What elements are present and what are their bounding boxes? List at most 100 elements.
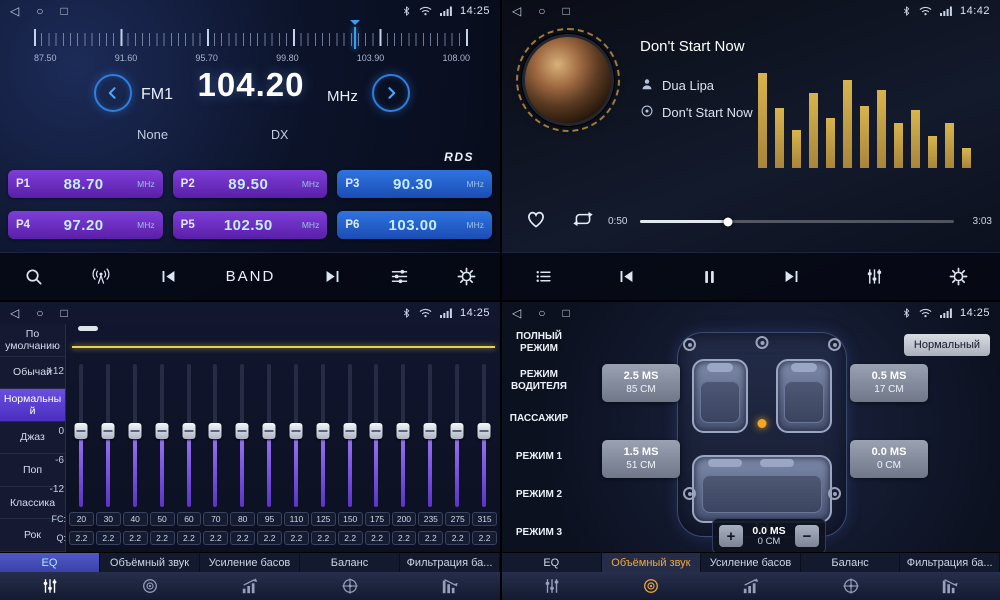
seat-front-right[interactable]	[776, 359, 832, 433]
sf-mode-4[interactable]: РЕЖИМ 2	[502, 476, 576, 514]
tab-surround[interactable]: Объёмный звук	[100, 553, 200, 572]
eq-band-slider-1[interactable]	[95, 364, 122, 507]
surround-tab-icon[interactable]	[100, 572, 200, 600]
home-button[interactable]: ○	[538, 5, 545, 17]
tune-down-button[interactable]	[94, 74, 132, 112]
eq-band-slider-5[interactable]	[202, 364, 229, 507]
eq-band-slider-10[interactable]	[336, 364, 363, 507]
back-button[interactable]: ◁	[512, 307, 521, 319]
previous-station-button[interactable]	[159, 268, 178, 285]
eq-band-knob[interactable]	[155, 423, 168, 439]
eq-band-slider-15[interactable]	[470, 364, 497, 507]
preset-P6[interactable]: P6 103.00 MHz	[337, 211, 492, 239]
eq-band-knob[interactable]	[343, 423, 356, 439]
eq-band-knob[interactable]	[289, 423, 302, 439]
delay-front-left[interactable]: 2.5 MS 85 CM	[602, 364, 680, 402]
eq-band-knob[interactable]	[209, 423, 222, 439]
balance-tab-icon[interactable]	[300, 572, 400, 600]
eq-band-slider-8[interactable]	[283, 364, 310, 507]
tab-bass-boost[interactable]: Усиление басов	[200, 553, 300, 572]
preset-P4[interactable]: P4 97.20 MHz	[8, 211, 163, 239]
eq-band-slider-7[interactable]	[256, 364, 283, 507]
tab-filter[interactable]: Фильтрация ба...	[900, 553, 1000, 572]
filter-tab-icon[interactable]	[400, 572, 500, 600]
progress-bar[interactable]	[640, 220, 954, 223]
settings-button[interactable]	[457, 267, 476, 286]
tab-balance[interactable]: Баланс	[801, 553, 901, 572]
eq-band-slider-4[interactable]	[175, 364, 202, 507]
band-button[interactable]: BAND	[226, 268, 276, 285]
preset-P1[interactable]: P1 88.70 MHz	[8, 170, 163, 198]
favorite-button[interactable]	[526, 210, 546, 228]
back-button[interactable]: ◁	[10, 307, 19, 319]
filter-tab-icon[interactable]	[900, 572, 1000, 600]
sf-mode-2[interactable]: ПАССАЖИР	[502, 400, 576, 438]
delay-rear-right[interactable]: 0.0 MS 0 CM	[850, 440, 928, 478]
eq-band-slider-14[interactable]	[443, 364, 470, 507]
eq-band-slider-2[interactable]	[122, 364, 149, 507]
pause-button[interactable]	[701, 268, 718, 286]
progress-knob[interactable]	[723, 217, 732, 226]
eq-band-knob[interactable]	[263, 423, 276, 439]
tab-eq[interactable]: EQ	[502, 553, 602, 572]
delay-minus-button[interactable]: −	[795, 525, 819, 547]
tab-filter[interactable]: Фильтрация ба...	[400, 553, 500, 572]
bass-boost-tab-icon[interactable]	[701, 572, 801, 600]
sound-preset-button[interactable]: Нормальный	[904, 334, 990, 356]
eq-tab-icon[interactable]	[0, 572, 100, 600]
eq-band-slider-9[interactable]	[309, 364, 336, 507]
sf-mode-5[interactable]: РЕЖИМ 3	[502, 514, 576, 552]
eq-band-slider-0[interactable]	[68, 364, 95, 507]
recents-button[interactable]: □	[60, 5, 67, 17]
recents-button[interactable]: □	[562, 5, 569, 17]
sf-mode-1[interactable]: РЕЖИМ ВОДИТЕЛЯ	[502, 362, 576, 400]
eq-band-slider-13[interactable]	[417, 364, 444, 507]
playlist-button[interactable]	[534, 268, 553, 285]
eq-band-knob[interactable]	[450, 423, 463, 439]
settings-button[interactable]	[949, 267, 968, 286]
delay-plus-button[interactable]: +	[719, 525, 743, 547]
delay-front-right[interactable]: 0.5 MS 17 CM	[850, 364, 928, 402]
sf-mode-3[interactable]: РЕЖИМ 1	[502, 438, 576, 476]
bass-boost-tab-icon[interactable]	[200, 572, 300, 600]
tab-surround[interactable]: Объёмный звук	[602, 553, 702, 572]
preset-P5[interactable]: P5 102.50 MHz	[173, 211, 328, 239]
balance-tab-icon[interactable]	[801, 572, 901, 600]
eq-tab-icon[interactable]	[502, 572, 602, 600]
eq-band-knob[interactable]	[182, 423, 195, 439]
home-button[interactable]: ○	[36, 5, 43, 17]
next-track-button[interactable]	[782, 268, 801, 285]
equalizer-button[interactable]	[865, 267, 884, 286]
surround-tab-icon[interactable]	[602, 572, 702, 600]
previous-track-button[interactable]	[617, 268, 636, 285]
preset-P3[interactable]: P3 90.30 MHz	[337, 170, 492, 198]
eq-band-slider-12[interactable]	[390, 364, 417, 507]
eq-band-slider-11[interactable]	[363, 364, 390, 507]
tune-up-button[interactable]	[372, 74, 410, 112]
recents-button[interactable]: □	[60, 307, 67, 319]
seat-front-left[interactable]	[692, 359, 748, 433]
eq-band-slider-3[interactable]	[148, 364, 175, 507]
eq-band-knob[interactable]	[236, 423, 249, 439]
next-station-button[interactable]	[323, 268, 342, 285]
tab-balance[interactable]: Баланс	[300, 553, 400, 572]
audio-settings-button[interactable]	[390, 267, 409, 286]
back-button[interactable]: ◁	[512, 5, 521, 17]
eq-band-knob[interactable]	[75, 423, 88, 439]
repeat-button[interactable]	[572, 210, 594, 228]
delay-rear-left[interactable]: 1.5 MS 51 CM	[602, 440, 680, 478]
eq-band-knob[interactable]	[102, 423, 115, 439]
search-button[interactable]	[24, 267, 43, 286]
back-button[interactable]: ◁	[10, 5, 19, 17]
eq-band-knob[interactable]	[316, 423, 329, 439]
recents-button[interactable]: □	[562, 307, 569, 319]
eq-band-knob[interactable]	[477, 423, 490, 439]
rear-seat[interactable]	[692, 455, 832, 523]
tab-eq[interactable]: EQ	[0, 553, 100, 572]
broadcast-scan-button[interactable]	[91, 267, 111, 286]
preset-P2[interactable]: P2 89.50 MHz	[173, 170, 328, 198]
eq-band-slider-6[interactable]	[229, 364, 256, 507]
home-button[interactable]: ○	[538, 307, 545, 319]
tab-bass-boost[interactable]: Усиление басов	[701, 553, 801, 572]
home-button[interactable]: ○	[36, 307, 43, 319]
